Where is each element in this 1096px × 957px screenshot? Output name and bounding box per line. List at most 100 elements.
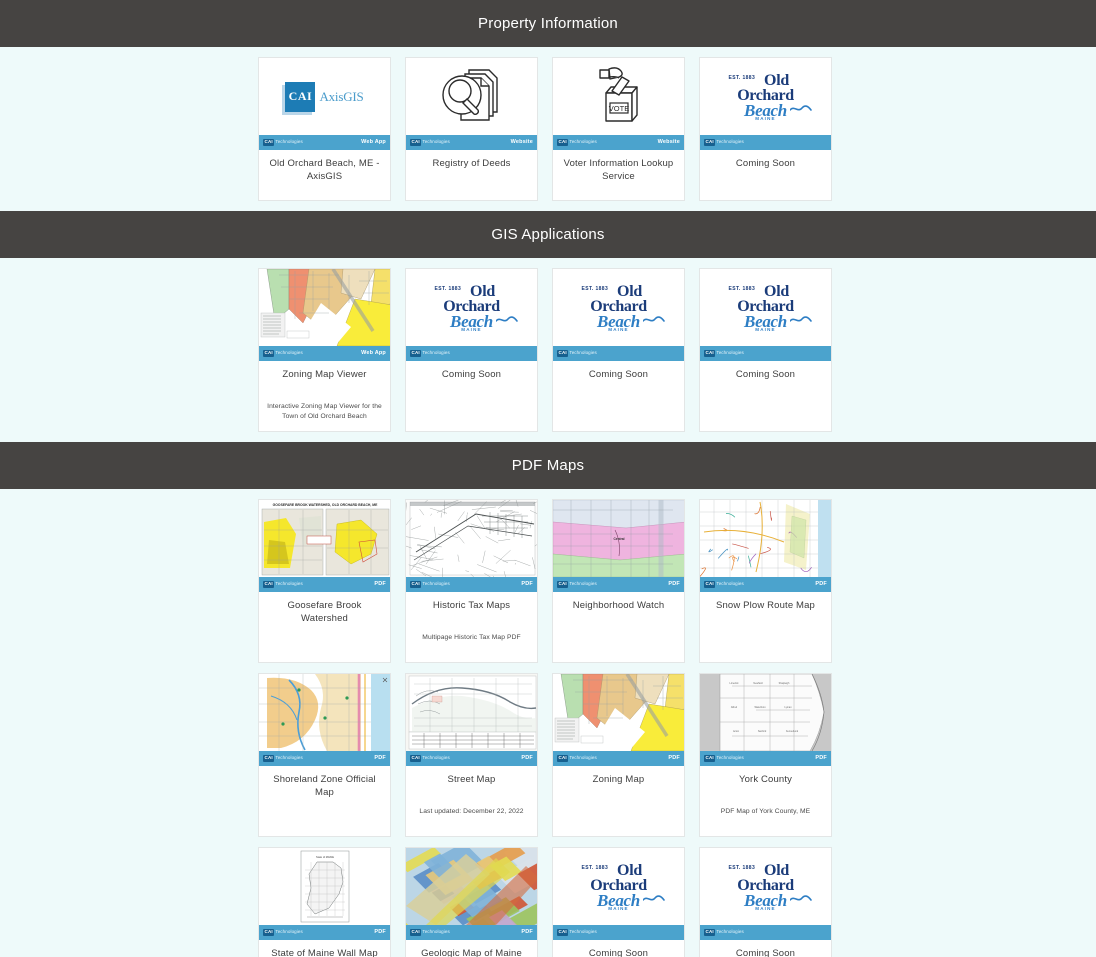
cai-technologies-label: Technologies (716, 139, 744, 145)
map-card[interactable]: EST. 1883 Old Orchard Beach MAINE CAI Technolo… (552, 268, 685, 432)
card-thumbnail[interactable]: GOOSEFARE BROOK WATERSHED, OLD ORCHARD B… (259, 500, 390, 577)
svg-text:GOOSEFARE BROOK WATERSHED, OLD: GOOSEFARE BROOK WATERSHED, OLD ORCHARD B… (273, 503, 378, 507)
map-card[interactable]: CAI Technologies PDF Zoning Map (552, 673, 685, 837)
card-title: State of Maine Wall Map (271, 948, 378, 957)
logo-est-text: EST. 1883 (434, 286, 462, 293)
cai-mark-small: CAI (557, 581, 569, 588)
map-card[interactable]: Limerick Newfield Shapleigh Alfred Waterboro… (699, 673, 832, 837)
cai-technologies-logo: CAI Technologies (410, 139, 450, 146)
card-title: Zoning Map Viewer (282, 369, 367, 380)
cai-mark-small: CAI (704, 929, 716, 936)
cai-technologies-label: Technologies (569, 350, 597, 356)
map-card[interactable]: CAI Technologies PDF Snow Plow Route Map (699, 499, 832, 663)
card-thumbnail[interactable]: State of MAINE (259, 848, 390, 925)
map-card[interactable]: CAI Technologies PDF Historic Tax Maps Multi… (405, 499, 538, 663)
map-card[interactable]: VOTE CAI Technologies Website Voter Informat… (552, 57, 685, 201)
card-footer: CAI Technologies Website (406, 135, 537, 150)
card-thumbnail[interactable]: VOTE (553, 58, 684, 135)
card-title: Neighborhood Watch (572, 600, 665, 611)
card-thumbnail[interactable]: Central (553, 500, 684, 577)
card-title: Coming Soon (588, 948, 649, 957)
card-description: Interactive Zoning Map Viewer for the To… (267, 402, 382, 420)
card-thumbnail[interactable]: CAI AxisGIS (259, 58, 390, 135)
card-thumbnail[interactable] (259, 269, 390, 346)
map-card[interactable]: CAI Technologies Website Registry of Deeds (405, 57, 538, 201)
card-thumbnail[interactable] (406, 500, 537, 577)
cai-mark-small: CAI (410, 139, 422, 146)
map-card[interactable]: EST. 1883 Old Orchard Beach MAINE CAI Technolo… (699, 847, 832, 957)
svg-text:Shapleigh: Shapleigh (779, 682, 790, 685)
old-orchard-beach-logo: EST. 1883 Old Orchard Beach MAINE (569, 861, 669, 911)
card-body: Coming Soon (406, 361, 537, 431)
map-card[interactable]: CAI Technologies Web App Zoning Map Viewer I… (258, 268, 391, 432)
svg-text:VOTE: VOTE (608, 104, 628, 113)
cai-technologies-logo: CAI Technologies (263, 581, 303, 588)
card-footer: CAI Technologies PDF (259, 925, 390, 940)
card-body: Historic Tax Maps Multipage Historic Tax … (406, 592, 537, 662)
map-card[interactable]: GOOSEFARE BROOK WATERSHED, OLD ORCHARD B… (258, 499, 391, 663)
wave-swash-icon (789, 894, 812, 901)
svg-text:Limerick: Limerick (730, 682, 740, 685)
svg-text:Acton: Acton (733, 730, 740, 733)
card-body: Coming Soon (553, 940, 684, 957)
card-type-badge: PDF (521, 754, 533, 761)
card-description: Last updated: December 22, 2022 (419, 807, 524, 815)
card-thumbnail[interactable] (700, 500, 831, 577)
card-thumbnail[interactable] (406, 58, 537, 135)
cai-technologies-logo: CAI Technologies (410, 581, 450, 588)
section-header-gis-applications: GIS Applications (0, 211, 1096, 258)
card-body: Zoning Map Viewer Interactive Zoning Map … (259, 361, 390, 431)
card-title: Voter Information Lookup Service (563, 158, 674, 182)
card-thumbnail[interactable]: EST. 1883 Old Orchard Beach MAINE (553, 269, 684, 346)
card-description: PDF Map of York County, ME (720, 807, 811, 815)
card-type-badge: PDF (521, 928, 533, 935)
card-thumbnail[interactable]: EST. 1883 Old Orchard Beach MAINE (700, 58, 831, 135)
card-thumbnail[interactable] (553, 674, 684, 751)
cai-technologies-logo: CAI Technologies (704, 929, 744, 936)
logo-maine-text: MAINE (755, 906, 776, 911)
map-card[interactable]: EST. 1883 Old Orchard Beach MAINE CAI Technolo… (699, 57, 832, 201)
map-card[interactable]: EST. 1883 Old Orchard Beach MAINE CAI Technolo… (552, 847, 685, 957)
snow-plow-route-map-thumbnail (700, 500, 831, 577)
logo-maine-text: MAINE (755, 327, 776, 332)
cai-technologies-logo: CAI Technologies (704, 139, 744, 146)
old-orchard-beach-logo: EST. 1883 Old Orchard Beach MAINE (422, 282, 522, 332)
street-map-thumbnail (406, 674, 537, 751)
map-card[interactable]: State of MAINE CAI Technologies PDF State of… (258, 847, 391, 957)
section-body-pdf-maps: GOOSEFARE BROOK WATERSHED, OLD ORCHARD B… (0, 489, 1096, 957)
map-card[interactable]: CAI Technologies PDF Street Map Last updated… (405, 673, 538, 837)
card-thumbnail[interactable]: EST. 1883 Old Orchard Beach MAINE (406, 269, 537, 346)
map-card[interactable]: CAI AxisGIS CAI Technologies Web App Old Orch… (258, 57, 391, 201)
card-footer: CAI Technologies PDF (700, 577, 831, 592)
card-footer: CAI Technologies PDF (259, 577, 390, 592)
card-thumbnail[interactable] (259, 674, 390, 751)
card-thumbnail[interactable]: EST. 1883 Old Orchard Beach MAINE (700, 848, 831, 925)
card-footer: CAI Technologies PDF (553, 577, 684, 592)
logo-maine-text: MAINE (755, 116, 776, 121)
card-thumbnail[interactable]: Limerick Newfield Shapleigh Alfred Waterboro… (700, 674, 831, 751)
cai-technologies-logo: CAI Technologies (263, 929, 303, 936)
map-card[interactable]: EST. 1883 Old Orchard Beach MAINE CAI Technolo… (699, 268, 832, 432)
card-thumbnail[interactable]: EST. 1883 Old Orchard Beach MAINE (553, 848, 684, 925)
card-thumbnail[interactable] (406, 848, 537, 925)
section-header-property-information: Property Information (0, 0, 1096, 47)
card-thumbnail[interactable]: EST. 1883 Old Orchard Beach MAINE (700, 269, 831, 346)
map-card[interactable]: CAI Technologies PDF Shoreland Zone Officia… (258, 673, 391, 837)
map-card[interactable]: Central CAI Technologies PDF Neighborhood Wa… (552, 499, 685, 663)
svg-text:Newfield: Newfield (753, 682, 763, 685)
logo-est-text: EST. 1883 (581, 286, 609, 293)
map-card[interactable]: CAI Technologies PDF Geologic Map of Maine (405, 847, 538, 957)
watershed-map-thumbnail: GOOSEFARE BROOK WATERSHED, OLD ORCHARD B… (259, 500, 390, 577)
card-body: Coming Soon (700, 940, 831, 957)
card-thumbnail[interactable] (406, 674, 537, 751)
card-title: Old Orchard Beach, ME - AxisGIS (269, 158, 380, 182)
svg-text:State of MAINE: State of MAINE (316, 855, 334, 859)
card-grid: CAI Technologies Web App Zoning Map Viewer I… (258, 268, 838, 432)
card-footer: CAI Technologies Web App (259, 135, 390, 150)
card-title: Street Map (447, 774, 496, 785)
card-body: Snow Plow Route Map (700, 592, 831, 662)
deeds-magnifier-icon (441, 65, 503, 128)
cai-mark-small: CAI (263, 929, 275, 936)
map-card[interactable]: EST. 1883 Old Orchard Beach MAINE CAI Technolo… (405, 268, 538, 432)
geologic-map-thumbnail (406, 848, 537, 925)
